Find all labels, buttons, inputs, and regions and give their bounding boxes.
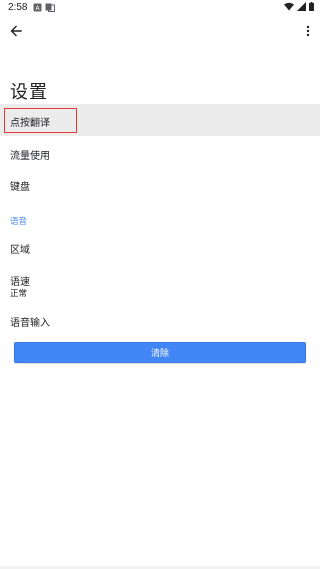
translate-notification-icon: [45, 3, 55, 12]
arrow-back-icon: [10, 22, 22, 41]
setting-region[interactable]: 区域: [0, 228, 320, 262]
setting-label: 区域: [10, 245, 30, 256]
setting-label: 语音输入: [10, 318, 50, 329]
wifi-icon: [284, 2, 294, 14]
setting-label: 流量使用: [10, 151, 50, 162]
setting-label: 点按翻译: [10, 118, 50, 129]
status-bar: 2:58 A: [0, 0, 320, 16]
signal-icon: [297, 2, 306, 14]
page-title: 设置: [10, 82, 48, 103]
notification-a-icon: A: [33, 3, 42, 12]
setting-data-usage[interactable]: 流量使用: [0, 136, 320, 170]
more-options-button[interactable]: [302, 21, 314, 41]
clear-button[interactable]: 清除: [14, 342, 306, 363]
setting-value: 正常: [10, 289, 28, 299]
status-icons: [284, 2, 314, 14]
battery-icon: [309, 2, 314, 14]
setting-keyboard[interactable]: 键盘: [0, 170, 320, 200]
status-time: 2:58: [8, 2, 28, 13]
setting-voice-input[interactable]: 语音输入: [0, 302, 320, 336]
setting-speech-rate[interactable]: 语速 正常: [0, 262, 320, 302]
more-vert-icon: [306, 22, 310, 41]
setting-tap-to-translate[interactable]: 点按翻译: [0, 104, 320, 136]
section-header-voice: 语音: [10, 217, 28, 227]
setting-label: 键盘: [10, 182, 30, 193]
setting-label: 语速: [10, 277, 30, 288]
app-toolbar: [0, 16, 320, 46]
back-button[interactable]: [6, 21, 26, 41]
